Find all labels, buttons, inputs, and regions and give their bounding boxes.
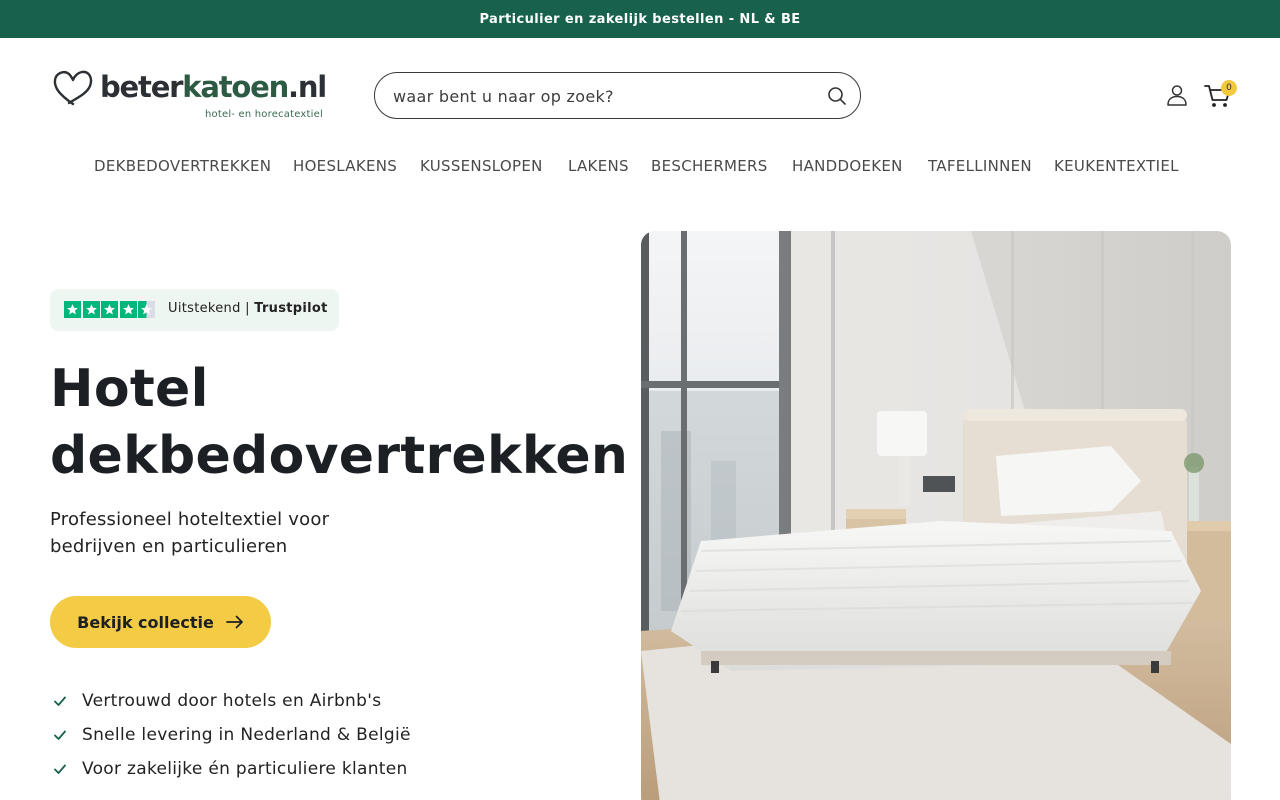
- view-collection-button[interactable]: Bekijk collectie: [50, 596, 271, 648]
- logo-tagline: hotel- en horecatextiel: [205, 109, 323, 120]
- trustpilot-text: Uitstekend | Trustpilot: [168, 301, 328, 316]
- main-navigation: DEKBEDOVERTREKKEN HOESLAKENS KUSSENSLOPE…: [0, 157, 1280, 181]
- nav-item-keukentextiel[interactable]: KEUKENTEXTIEL: [1054, 157, 1179, 175]
- heart-logo-icon: [53, 70, 93, 106]
- half-star-icon: [138, 301, 155, 318]
- trustpilot-badge[interactable]: Uitstekend | Trustpilot: [50, 289, 339, 331]
- site-logo[interactable]: beterkatoen.nl hotel- en horecatextiel: [52, 66, 332, 126]
- hero-subtitle: Professioneel hoteltextiel voor bedrijve…: [50, 509, 330, 557]
- hero-title: Hotel dekbedovertrekken: [50, 359, 629, 486]
- star-icon: [64, 301, 81, 318]
- usp-list: Vertrouwd door hotels en Airbnb's Snelle…: [50, 690, 411, 792]
- star-icon: [119, 301, 137, 318]
- usp-item: Vertrouwd door hotels en Airbnb's: [50, 690, 411, 724]
- hero-bedroom-image: [641, 231, 1231, 800]
- account-icon[interactable]: [1165, 83, 1189, 107]
- nav-item-kussenslopen[interactable]: KUSSENSLOPEN: [420, 157, 543, 175]
- announcement-bar: Particulier en zakelijk bestellen - NL &…: [0, 0, 1280, 38]
- check-icon: [54, 696, 66, 706]
- check-icon: [54, 764, 66, 774]
- search-icon[interactable]: [826, 85, 848, 107]
- star-icon: [82, 301, 100, 318]
- search-bar: [374, 72, 861, 119]
- nav-item-handdoeken[interactable]: HANDDOEKEN: [792, 157, 903, 175]
- nav-item-tafellinnen[interactable]: TAFELLINNEN: [928, 157, 1032, 175]
- search-input[interactable]: [393, 83, 813, 109]
- nav-item-hoeslakens[interactable]: HOESLAKENS: [293, 157, 397, 175]
- cart-count-badge: 0: [1221, 80, 1237, 96]
- usp-item: Snelle levering in Nederland & België: [50, 724, 411, 758]
- announcement-text: Particulier en zakelijk bestellen - NL &…: [479, 11, 801, 27]
- nav-item-lakens[interactable]: LAKENS: [568, 157, 629, 175]
- arrow-right-icon: [225, 615, 243, 629]
- usp-item: Voor zakelijke én particuliere klanten: [50, 758, 411, 792]
- logo-wordmark: beterkatoen.nl: [100, 70, 327, 104]
- star-icon: [101, 301, 118, 318]
- nav-item-dekbedovertrekken[interactable]: DEKBEDOVERTREKKEN: [94, 157, 271, 175]
- trustpilot-stars: [64, 301, 155, 318]
- nav-item-beschermers[interactable]: BESCHERMERS: [651, 157, 768, 175]
- check-icon: [54, 730, 66, 740]
